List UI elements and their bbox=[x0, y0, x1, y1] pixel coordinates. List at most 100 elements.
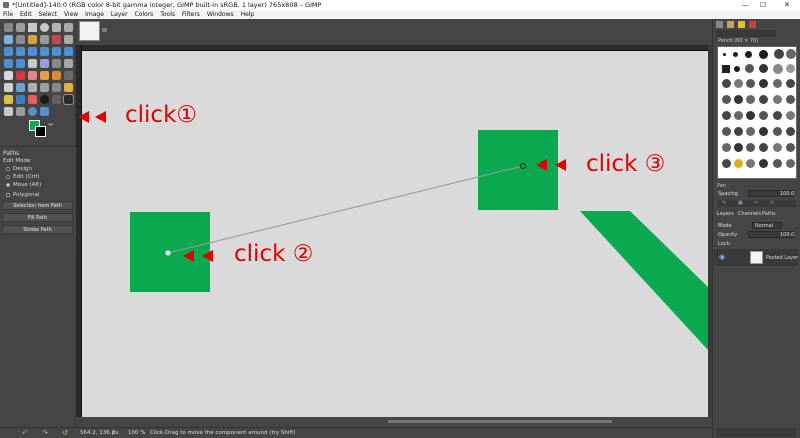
measure-tool-icon[interactable] bbox=[64, 59, 73, 68]
perspective-clone-tool-icon[interactable] bbox=[28, 83, 37, 92]
brush-dab[interactable] bbox=[722, 127, 731, 136]
heal-tool-icon[interactable] bbox=[16, 83, 25, 92]
brush-dab[interactable] bbox=[759, 127, 768, 136]
edit-brush-icon[interactable]: ✎ bbox=[722, 200, 726, 206]
delete-brush-icon[interactable]: ✕ bbox=[754, 200, 758, 206]
align-tool-icon[interactable] bbox=[16, 23, 25, 32]
menu-windows[interactable]: Windows bbox=[207, 11, 234, 18]
path-segment[interactable] bbox=[167, 165, 524, 254]
menu-image[interactable]: Image bbox=[85, 11, 104, 18]
brush-dab[interactable] bbox=[786, 64, 795, 73]
brush-dab[interactable] bbox=[786, 143, 795, 152]
swap-colors-icon[interactable]: ↔ bbox=[48, 121, 53, 128]
fonts-tab-icon[interactable] bbox=[738, 21, 745, 28]
fill-path-button[interactable]: Fill Path bbox=[2, 213, 73, 222]
brushes-tab-icon[interactable] bbox=[716, 21, 723, 28]
warp-tool-icon[interactable] bbox=[64, 35, 73, 44]
fuzzy-select-tool-icon[interactable] bbox=[64, 23, 73, 32]
brush-dab[interactable] bbox=[746, 95, 755, 104]
menu-edit[interactable]: Edit bbox=[20, 11, 32, 18]
menu-file[interactable]: File bbox=[3, 11, 13, 18]
unified-transform-tool-icon[interactable] bbox=[4, 47, 13, 56]
text-a-tool-icon[interactable] bbox=[4, 107, 13, 116]
close-window-button[interactable]: ✕ bbox=[784, 0, 790, 10]
gradient-tool-icon[interactable] bbox=[40, 59, 49, 68]
ellipse-select-tool-icon[interactable] bbox=[40, 23, 49, 32]
tab-paths[interactable]: Paths bbox=[762, 211, 776, 217]
layer-thumbnail[interactable] bbox=[750, 251, 763, 264]
maximize-button[interactable]: ☐ bbox=[760, 0, 766, 10]
menu-layer[interactable]: Layer bbox=[111, 11, 128, 18]
shear-tool-icon[interactable] bbox=[40, 47, 49, 56]
brush-dab[interactable] bbox=[786, 79, 795, 88]
zoom-selector[interactable]: 100 % bbox=[128, 428, 145, 438]
layer-visibility-eye-icon[interactable]: ◉ bbox=[719, 253, 725, 261]
refresh-brushes-icon[interactable]: ↻ bbox=[770, 200, 774, 206]
clone-tool-icon[interactable] bbox=[4, 83, 13, 92]
brush-grid[interactable] bbox=[717, 46, 797, 179]
patterns-tab-icon[interactable] bbox=[727, 21, 734, 28]
brush-dab[interactable] bbox=[759, 159, 768, 168]
image-tab-close-icon[interactable]: ⊠ bbox=[102, 27, 107, 34]
cage-transform-tool-icon[interactable] bbox=[4, 59, 13, 68]
ink-blot-tool-icon[interactable] bbox=[40, 95, 49, 104]
pencil-tool-icon[interactable] bbox=[4, 71, 13, 80]
reset-icon[interactable]: ↺ bbox=[62, 428, 68, 438]
brush-dab[interactable] bbox=[746, 111, 755, 120]
brush-dab[interactable] bbox=[722, 95, 731, 104]
zoom-tool-icon[interactable] bbox=[16, 95, 25, 104]
brush-dab[interactable] bbox=[773, 143, 782, 152]
text-tool-icon[interactable] bbox=[52, 59, 61, 68]
menu-help[interactable]: Help bbox=[241, 11, 255, 18]
new-brush-icon[interactable]: ▣ bbox=[738, 200, 743, 206]
perspective-tool-icon[interactable] bbox=[64, 47, 73, 56]
brush-dab[interactable] bbox=[786, 49, 796, 59]
background-color-swatch[interactable] bbox=[35, 126, 46, 137]
brush-dab[interactable] bbox=[722, 159, 731, 168]
brush-dab[interactable] bbox=[734, 127, 743, 136]
brush-dab[interactable] bbox=[734, 79, 743, 88]
menu-colors[interactable]: Colors bbox=[135, 11, 154, 18]
brush-dab[interactable] bbox=[746, 127, 755, 136]
brush-dab[interactable] bbox=[773, 79, 782, 88]
color-picker-tool-icon[interactable] bbox=[4, 95, 13, 104]
gegl-tool-icon[interactable] bbox=[16, 107, 25, 116]
brush-dab[interactable] bbox=[774, 49, 784, 59]
brush-dab[interactable] bbox=[773, 111, 782, 120]
selection-from-path-button[interactable]: Selection from Path bbox=[2, 201, 73, 210]
brush-dab[interactable] bbox=[722, 79, 731, 88]
path-anchor-start[interactable] bbox=[165, 250, 171, 256]
brush-dab[interactable] bbox=[734, 143, 743, 152]
document-history-tab-icon[interactable] bbox=[749, 21, 756, 28]
mode-design-radio[interactable]: Design bbox=[6, 166, 32, 172]
brush-dab[interactable] bbox=[746, 143, 755, 152]
smudge-tool-icon[interactable] bbox=[40, 83, 49, 92]
brush-filter-field[interactable] bbox=[716, 30, 776, 37]
brush-dab[interactable] bbox=[746, 79, 755, 88]
free-select-tool-icon[interactable] bbox=[52, 23, 61, 32]
minimize-button[interactable]: — bbox=[742, 0, 749, 10]
brush-dab[interactable] bbox=[746, 159, 755, 168]
tab-channels[interactable]: Channels bbox=[738, 211, 761, 217]
brush-dab[interactable] bbox=[733, 52, 738, 57]
levels-tool-icon[interactable] bbox=[40, 107, 49, 116]
unit-selector[interactable]: px bbox=[112, 428, 119, 438]
color-balance-tool-icon[interactable] bbox=[52, 95, 61, 104]
brush-dab[interactable] bbox=[759, 79, 768, 88]
flip-tool-icon[interactable] bbox=[52, 47, 61, 56]
horizontal-scrollbar-thumb[interactable] bbox=[388, 420, 612, 423]
brush-dab[interactable] bbox=[786, 159, 795, 168]
brush-dab[interactable] bbox=[786, 95, 795, 104]
paintbrush-tool-icon[interactable] bbox=[16, 71, 25, 80]
foreground-select-tool-icon[interactable] bbox=[28, 35, 37, 44]
scale-tool-icon[interactable] bbox=[28, 47, 37, 56]
brush-dab[interactable] bbox=[759, 50, 768, 59]
menu-view[interactable]: View bbox=[64, 11, 78, 18]
stroke-path-button[interactable]: Stroke Path bbox=[2, 225, 73, 234]
move-tool-icon[interactable] bbox=[4, 23, 13, 32]
brush-dab[interactable] bbox=[773, 159, 782, 168]
seamless-clone-tool-icon[interactable] bbox=[28, 95, 37, 104]
brush-dab[interactable] bbox=[723, 53, 726, 56]
rotate-tool-icon[interactable] bbox=[16, 47, 25, 56]
brush-dab[interactable] bbox=[734, 159, 743, 168]
